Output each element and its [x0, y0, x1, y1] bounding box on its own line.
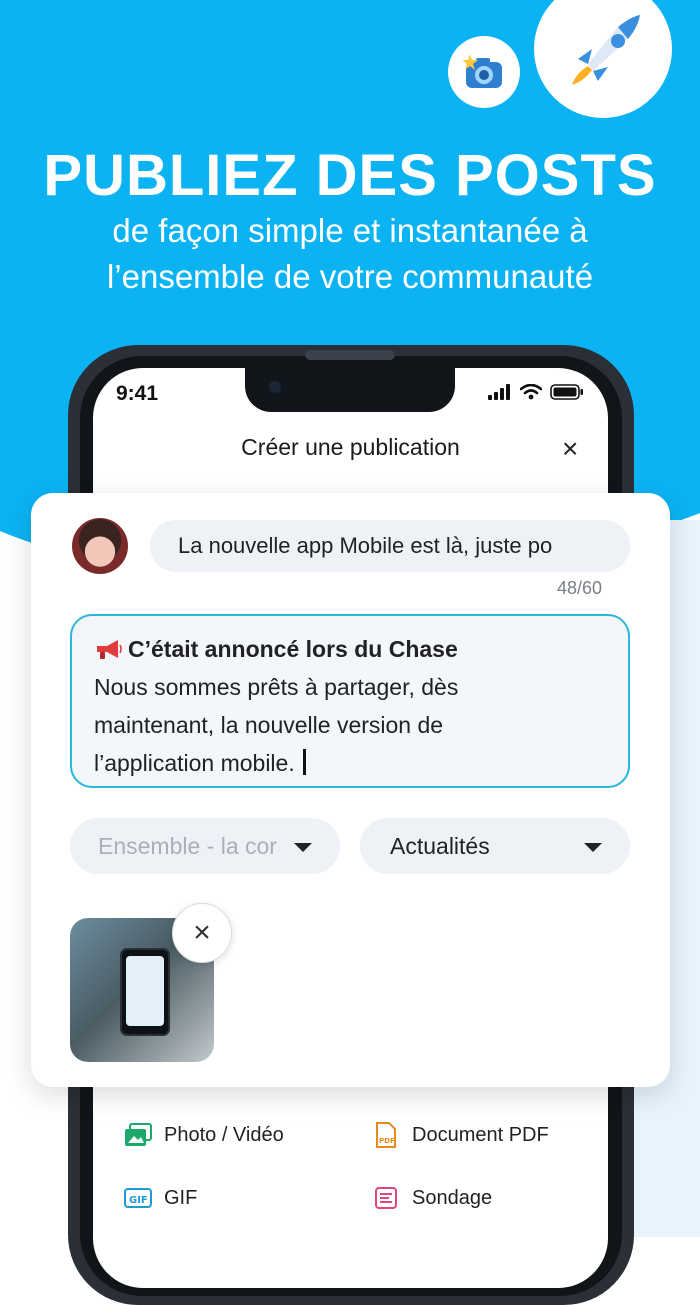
create-poll-label: Sondage — [412, 1186, 493, 1209]
community-select[interactable]: Ensemble - la cor — [70, 818, 340, 874]
modal-title: Créer une publication — [241, 434, 460, 460]
community-select-placeholder: Ensemble - la cor — [98, 833, 277, 859]
post-title-input[interactable]: La nouvelle app Mobile est là, juste po — [150, 520, 630, 572]
svg-text:GIF: GIF — [129, 1195, 148, 1206]
gif-icon: GIF — [124, 1185, 152, 1211]
svg-text:PDF: PDF — [379, 1137, 395, 1145]
create-poll-option[interactable]: Sondage — [372, 1185, 492, 1211]
status-time: 9:41 — [116, 382, 159, 405]
thumbnail-phone-graphic — [120, 948, 170, 1036]
text-cursor — [302, 749, 306, 775]
photo-video-icon — [124, 1122, 152, 1148]
camera-icon — [462, 54, 502, 88]
hero-subtitle: de façon simple et instantanée à l’ensem… — [0, 208, 700, 300]
attach-pdf-label: Document PDF — [412, 1123, 549, 1146]
attach-gif-label: GIF — [164, 1186, 198, 1209]
thumbnail-phone-screen — [126, 956, 164, 1026]
post-body-text: Nous sommes prêts à partager, dès mainte… — [94, 674, 459, 776]
post-body-heading: C’était annoncé lors du Chase — [94, 630, 606, 668]
hero-title: PUBLIEZ DES POSTS — [43, 143, 657, 208]
chevron-down-icon — [294, 843, 312, 852]
battery-icon — [550, 384, 583, 400]
post-body-title: C’était annoncé lors du Chase — [128, 636, 458, 662]
megaphone-icon — [97, 640, 122, 659]
category-select[interactable]: Actualités — [360, 818, 630, 874]
attach-pdf-option[interactable]: PDF Document PDF — [372, 1122, 549, 1148]
signal-icon — [488, 384, 510, 400]
pdf-icon: PDF — [372, 1122, 400, 1148]
post-body-editor[interactable]: C’était annoncé lors du Chase Nous somme… — [70, 614, 630, 788]
avatar — [72, 518, 128, 574]
attach-photo-video-option[interactable]: Photo / Vidéo — [124, 1122, 284, 1148]
category-select-value: Actualités — [390, 833, 490, 859]
front-camera — [264, 376, 286, 398]
wifi-icon — [520, 384, 542, 400]
remove-image-button[interactable]: × — [172, 903, 232, 963]
hero-subtitle-line-2: l’ensemble de votre communauté — [106, 258, 594, 295]
attach-photo-video-label: Photo / Vidéo — [164, 1123, 284, 1146]
phone-speaker — [305, 350, 395, 360]
status-icons — [488, 384, 584, 400]
hero-subtitle-line-1: de façon simple et instantanée à — [112, 212, 588, 249]
rocket-icon — [572, 15, 640, 85]
poll-icon — [372, 1185, 400, 1211]
chevron-down-icon — [584, 843, 602, 852]
close-icon[interactable]: × — [562, 434, 578, 464]
attach-gif-option[interactable]: GIF GIF — [124, 1185, 197, 1211]
camera-badge — [448, 36, 520, 108]
character-counter: 48/60 — [556, 578, 602, 598]
